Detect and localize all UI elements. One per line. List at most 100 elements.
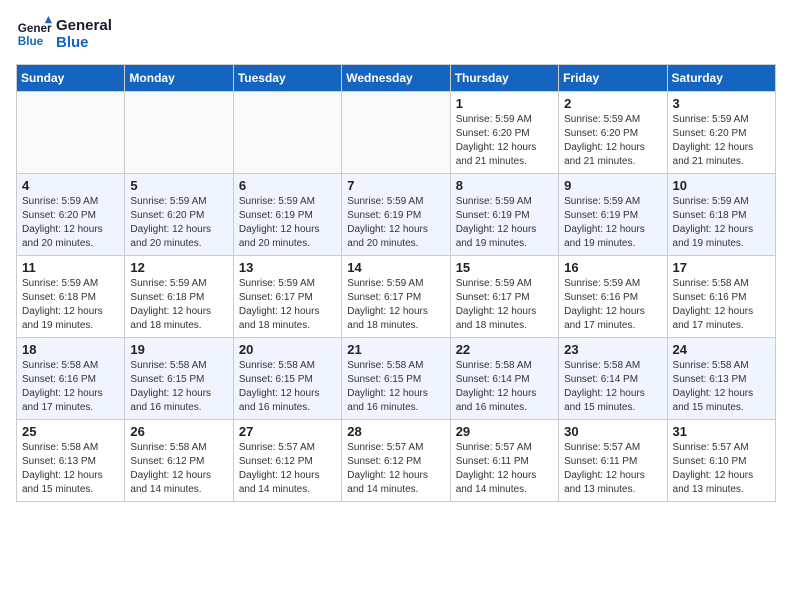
calendar-cell: 7 Sunrise: 5:59 AM Sunset: 6:19 PM Daylig… (342, 174, 450, 256)
week-row-1: 1 Sunrise: 5:59 AM Sunset: 6:20 PM Daylig… (17, 92, 776, 174)
day-number: 16 (564, 260, 661, 275)
day-info: Sunrise: 5:57 AM Sunset: 6:11 PM Dayligh… (564, 441, 661, 497)
weekday-header-row: SundayMondayTuesdayWednesdayThursdayFrid… (17, 65, 776, 92)
day-info: Sunrise: 5:57 AM Sunset: 6:11 PM Dayligh… (456, 441, 553, 497)
calendar-cell: 16 Sunrise: 5:59 AM Sunset: 6:16 PM Dayli… (559, 256, 667, 338)
calendar-cell: 29Sunrise: 5:57 AM Sunset: 6:11 PM Dayli… (450, 420, 558, 502)
calendar-cell: 22 Sunrise: 5:58 AM Sunset: 6:14 PM Dayli… (450, 338, 558, 420)
calendar-cell (342, 92, 450, 174)
day-number: 14 (347, 260, 444, 275)
calendar-cell (125, 92, 233, 174)
calendar-cell: 5Sunrise: 5:59 AM Sunset: 6:20 PM Daylig… (125, 174, 233, 256)
day-info: Sunrise: 5:59 AM Sunset: 6:17 PM Dayligh… (456, 277, 553, 333)
calendar-cell: 11Sunrise: 5:59 AM Sunset: 6:18 PM Dayli… (17, 256, 125, 338)
day-info: Sunrise: 5:59 AM Sunset: 6:19 PM Dayligh… (564, 195, 661, 251)
day-info: Sunrise: 5:58 AM Sunset: 6:15 PM Dayligh… (347, 359, 444, 415)
day-number: 7 (347, 178, 444, 193)
calendar-cell: 15Sunrise: 5:59 AM Sunset: 6:17 PM Dayli… (450, 256, 558, 338)
calendar-cell: 24Sunrise: 5:58 AM Sunset: 6:13 PM Dayli… (667, 338, 775, 420)
calendar-cell: 30Sunrise: 5:57 AM Sunset: 6:11 PM Dayli… (559, 420, 667, 502)
day-info: Sunrise: 5:59 AM Sunset: 6:20 PM Dayligh… (673, 113, 770, 169)
weekday-saturday: Saturday (667, 65, 775, 92)
day-number: 28 (347, 424, 444, 439)
weekday-sunday: Sunday (17, 65, 125, 92)
day-info: Sunrise: 5:58 AM Sunset: 6:14 PM Dayligh… (456, 359, 553, 415)
week-row-2: 4 Sunrise: 5:59 AM Sunset: 6:20 PM Daylig… (17, 174, 776, 256)
day-info: Sunrise: 5:57 AM Sunset: 6:10 PM Dayligh… (673, 441, 770, 497)
calendar-cell: 14 Sunrise: 5:59 AM Sunset: 6:17 PM Dayli… (342, 256, 450, 338)
day-number: 12 (130, 260, 227, 275)
day-number: 1 (456, 96, 553, 111)
day-info: Sunrise: 5:59 AM Sunset: 6:18 PM Dayligh… (130, 277, 227, 333)
day-info: Sunrise: 5:58 AM Sunset: 6:14 PM Dayligh… (564, 359, 661, 415)
day-number: 3 (673, 96, 770, 111)
calendar-cell: 17Sunrise: 5:58 AM Sunset: 6:16 PM Dayli… (667, 256, 775, 338)
day-info: Sunrise: 5:59 AM Sunset: 6:19 PM Dayligh… (347, 195, 444, 251)
calendar-cell: 20 Sunrise: 5:58 AM Sunset: 6:15 PM Dayli… (233, 338, 341, 420)
day-info: Sunrise: 5:59 AM Sunset: 6:18 PM Dayligh… (22, 277, 119, 333)
logo: General Blue General Blue (16, 16, 112, 52)
calendar-cell: 6 Sunrise: 5:59 AM Sunset: 6:19 PM Daylig… (233, 174, 341, 256)
day-number: 27 (239, 424, 336, 439)
svg-text:General: General (18, 22, 52, 35)
calendar-cell: 9 Sunrise: 5:59 AM Sunset: 6:19 PM Daylig… (559, 174, 667, 256)
day-number: 18 (22, 342, 119, 357)
day-info: Sunrise: 5:59 AM Sunset: 6:19 PM Dayligh… (456, 195, 553, 251)
calendar-cell: 31 Sunrise: 5:57 AM Sunset: 6:10 PM Dayli… (667, 420, 775, 502)
calendar-cell (17, 92, 125, 174)
day-number: 23 (564, 342, 661, 357)
week-row-3: 11Sunrise: 5:59 AM Sunset: 6:18 PM Dayli… (17, 256, 776, 338)
calendar-cell: 4Sunrise: 5:59 AM Sunset: 6:20 PM Daylig… (17, 174, 125, 256)
calendar-cell: 10Sunrise: 5:59 AM Sunset: 6:18 PM Dayli… (667, 174, 775, 256)
calendar-cell: 21Sunrise: 5:58 AM Sunset: 6:15 PM Dayli… (342, 338, 450, 420)
day-number: 19 (130, 342, 227, 357)
day-number: 22 (456, 342, 553, 357)
calendar-cell: 8Sunrise: 5:59 AM Sunset: 6:19 PM Daylig… (450, 174, 558, 256)
logo-blue: Blue (56, 34, 112, 51)
day-number: 6 (239, 178, 336, 193)
calendar-cell (233, 92, 341, 174)
week-row-5: 25 Sunrise: 5:58 AM Sunset: 6:13 PM Dayli… (17, 420, 776, 502)
day-info: Sunrise: 5:58 AM Sunset: 6:15 PM Dayligh… (130, 359, 227, 415)
calendar-cell: 23 Sunrise: 5:58 AM Sunset: 6:14 PM Dayli… (559, 338, 667, 420)
day-number: 2 (564, 96, 661, 111)
day-info: Sunrise: 5:59 AM Sunset: 6:16 PM Dayligh… (564, 277, 661, 333)
day-info: Sunrise: 5:59 AM Sunset: 6:19 PM Dayligh… (239, 195, 336, 251)
calendar-cell: 27 Sunrise: 5:57 AM Sunset: 6:12 PM Dayli… (233, 420, 341, 502)
day-info: Sunrise: 5:58 AM Sunset: 6:16 PM Dayligh… (22, 359, 119, 415)
calendar-table: SundayMondayTuesdayWednesdayThursdayFrid… (16, 64, 776, 502)
day-number: 26 (130, 424, 227, 439)
day-number: 4 (22, 178, 119, 193)
day-number: 9 (564, 178, 661, 193)
day-info: Sunrise: 5:59 AM Sunset: 6:18 PM Dayligh… (673, 195, 770, 251)
weekday-tuesday: Tuesday (233, 65, 341, 92)
day-info: Sunrise: 5:57 AM Sunset: 6:12 PM Dayligh… (239, 441, 336, 497)
day-number: 13 (239, 260, 336, 275)
day-info: Sunrise: 5:59 AM Sunset: 6:17 PM Dayligh… (239, 277, 336, 333)
calendar-cell: 18 Sunrise: 5:58 AM Sunset: 6:16 PM Dayli… (17, 338, 125, 420)
weekday-thursday: Thursday (450, 65, 558, 92)
day-info: Sunrise: 5:58 AM Sunset: 6:15 PM Dayligh… (239, 359, 336, 415)
calendar-cell: 1 Sunrise: 5:59 AM Sunset: 6:20 PM Daylig… (450, 92, 558, 174)
day-number: 25 (22, 424, 119, 439)
calendar-cell: 25 Sunrise: 5:58 AM Sunset: 6:13 PM Dayli… (17, 420, 125, 502)
day-info: Sunrise: 5:59 AM Sunset: 6:17 PM Dayligh… (347, 277, 444, 333)
calendar-cell: 13 Sunrise: 5:59 AM Sunset: 6:17 PM Dayli… (233, 256, 341, 338)
logo-icon: General Blue (16, 16, 52, 52)
page-header: General Blue General Blue (16, 16, 776, 52)
day-info: Sunrise: 5:59 AM Sunset: 6:20 PM Dayligh… (456, 113, 553, 169)
day-info: Sunrise: 5:59 AM Sunset: 6:20 PM Dayligh… (564, 113, 661, 169)
calendar-cell: 28 Sunrise: 5:57 AM Sunset: 6:12 PM Dayli… (342, 420, 450, 502)
calendar-cell: 12 Sunrise: 5:59 AM Sunset: 6:18 PM Dayli… (125, 256, 233, 338)
day-info: Sunrise: 5:58 AM Sunset: 6:12 PM Dayligh… (130, 441, 227, 497)
day-number: 20 (239, 342, 336, 357)
day-info: Sunrise: 5:58 AM Sunset: 6:13 PM Dayligh… (22, 441, 119, 497)
weekday-monday: Monday (125, 65, 233, 92)
day-number: 31 (673, 424, 770, 439)
calendar-cell: 2 Sunrise: 5:59 AM Sunset: 6:20 PM Daylig… (559, 92, 667, 174)
weekday-wednesday: Wednesday (342, 65, 450, 92)
logo-general: General (56, 17, 112, 34)
day-info: Sunrise: 5:57 AM Sunset: 6:12 PM Dayligh… (347, 441, 444, 497)
day-info: Sunrise: 5:59 AM Sunset: 6:20 PM Dayligh… (130, 195, 227, 251)
calendar-cell: 3 Sunrise: 5:59 AM Sunset: 6:20 PM Daylig… (667, 92, 775, 174)
